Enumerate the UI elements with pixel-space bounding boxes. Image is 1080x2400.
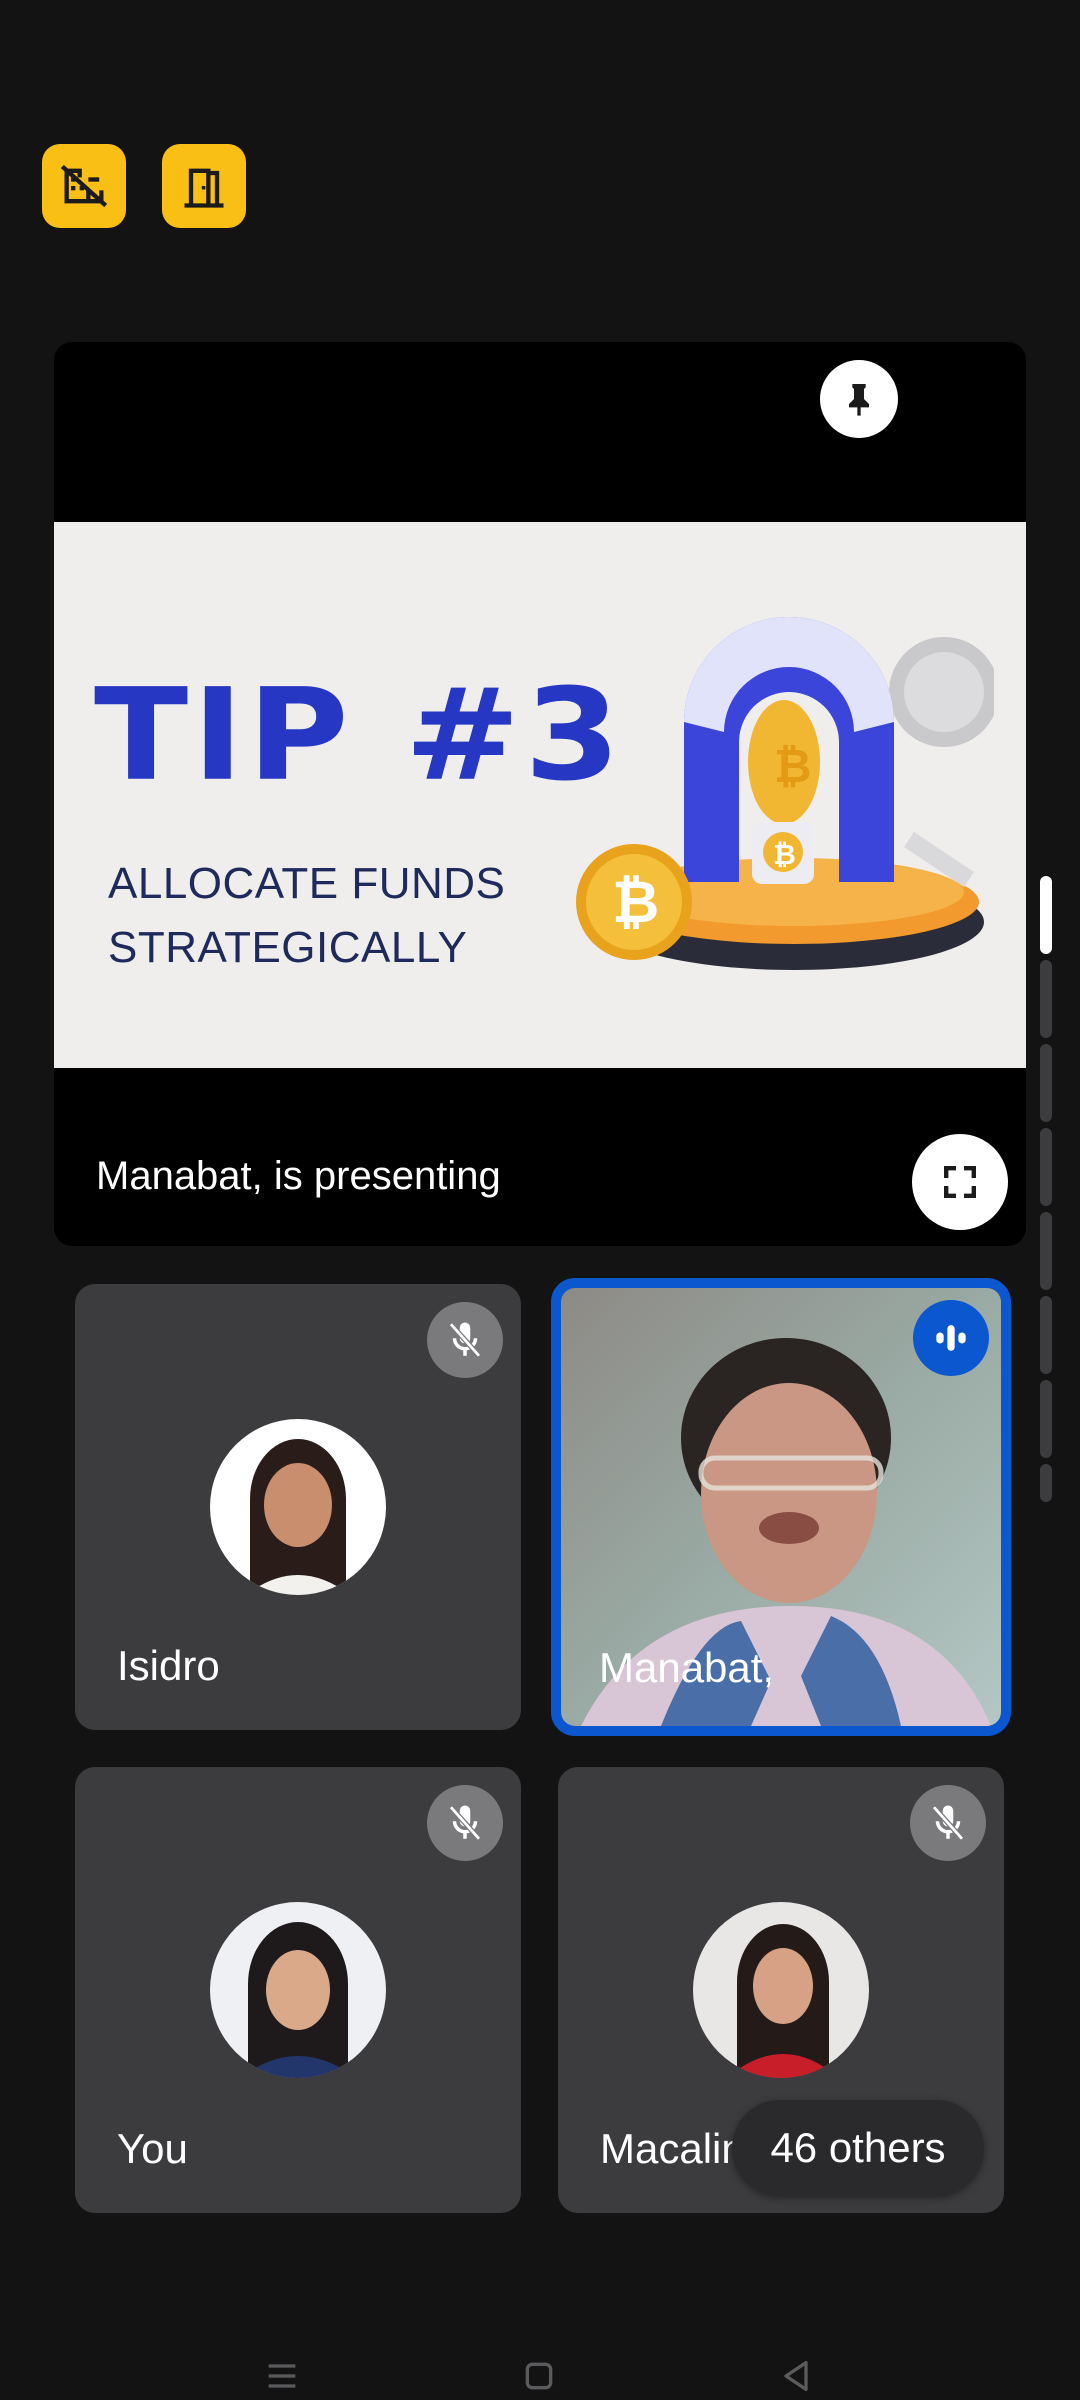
mic-off-indicator bbox=[910, 1785, 986, 1861]
scroll-segment bbox=[1040, 1044, 1052, 1122]
avatar bbox=[210, 1419, 386, 1595]
mic-off-icon bbox=[449, 1805, 481, 1841]
svg-text:₿: ₿ bbox=[612, 868, 659, 936]
home-icon[interactable] bbox=[519, 2356, 559, 2396]
participant-tile-active-speaker[interactable]: Manabat, bbox=[551, 1278, 1011, 1736]
participant-name: Manabat, bbox=[599, 1644, 775, 1691]
scroll-segment bbox=[1040, 1212, 1052, 1290]
pin-icon bbox=[849, 384, 869, 416]
scroll-indicator[interactable] bbox=[1040, 876, 1052, 1502]
mic-off-icon bbox=[932, 1805, 964, 1841]
meeting-room-icon bbox=[184, 168, 224, 208]
avatar bbox=[210, 1902, 386, 2078]
mic-off-indicator bbox=[427, 1302, 503, 1378]
presentation-panel[interactable]: TIP #3 ALLOCATE FUNDS STRATEGICALLY ₿ ₿ … bbox=[54, 342, 1026, 1246]
others-count-button[interactable]: 46 others bbox=[732, 2100, 984, 2196]
shared-slide: TIP #3 ALLOCATE FUNDS STRATEGICALLY ₿ ₿ … bbox=[54, 522, 1026, 1068]
bitcoin-vault-illustration: ₿ ₿ ₿ bbox=[576, 617, 994, 970]
mic-off-indicator bbox=[427, 1785, 503, 1861]
audio-level-icon bbox=[936, 1325, 966, 1351]
svg-text:₿: ₿ bbox=[773, 838, 796, 871]
slide-subtitle: ALLOCATE FUNDS STRATEGICALLY bbox=[108, 852, 505, 980]
mic-off-icon bbox=[449, 1322, 481, 1358]
participant-tile[interactable]: Isidro bbox=[75, 1284, 521, 1730]
slide-title: TIP #3 bbox=[94, 660, 625, 810]
fullscreen-icon bbox=[944, 1166, 976, 1198]
slide-subtitle-line-1: ALLOCATE FUNDS bbox=[108, 859, 506, 908]
scroll-segment bbox=[1040, 1464, 1052, 1502]
presenting-status: Manabat, is presenting bbox=[96, 1154, 501, 1198]
avatar bbox=[693, 1902, 869, 2078]
scroll-thumb[interactable] bbox=[1040, 876, 1052, 954]
domain-disabled-button[interactable] bbox=[42, 144, 126, 228]
scroll-segment bbox=[1040, 1128, 1052, 1206]
slide-subtitle-line-2: STRATEGICALLY bbox=[108, 923, 468, 972]
scroll-segment bbox=[1040, 1296, 1052, 1374]
participant-tile-self[interactable]: You bbox=[75, 1767, 521, 2213]
svg-text:₿: ₿ bbox=[774, 739, 812, 793]
pin-button[interactable] bbox=[820, 360, 898, 438]
scroll-segment bbox=[1040, 960, 1052, 1038]
speaking-indicator bbox=[913, 1300, 989, 1376]
scroll-segment bbox=[1040, 1380, 1052, 1458]
system-navigation-bar bbox=[0, 2352, 1080, 2400]
back-icon[interactable] bbox=[776, 2356, 816, 2396]
participant-name: You bbox=[117, 2125, 188, 2172]
fullscreen-button[interactable] bbox=[912, 1134, 1008, 1230]
participant-name: Isidro bbox=[117, 1642, 220, 1689]
recent-apps-icon[interactable] bbox=[262, 2356, 302, 2396]
domain-disabled-icon bbox=[60, 164, 108, 208]
meeting-room-button[interactable] bbox=[162, 144, 246, 228]
